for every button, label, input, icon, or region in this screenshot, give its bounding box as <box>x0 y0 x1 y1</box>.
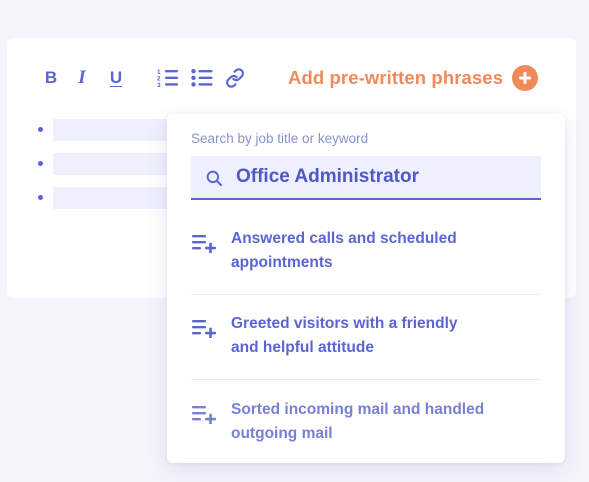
suggestion-item[interactable]: Greeted visitors with a friendly and hel… <box>191 312 541 372</box>
bullet-line[interactable] <box>38 119 178 141</box>
link-icon <box>226 68 244 88</box>
search-label: Search by job title or keyword <box>191 131 369 146</box>
ordered-list-button[interactable]: 1 2 3 <box>156 66 180 90</box>
add-phrases-button[interactable]: Add pre-written phrases <box>288 62 539 94</box>
suggestion-line: Greeted visitors with a friendly <box>231 315 458 332</box>
search-icon <box>206 170 223 187</box>
add-to-list-icon <box>192 320 216 338</box>
divider <box>191 379 541 380</box>
suggestion-text: Greeted visitors with a friendly and hel… <box>231 312 531 360</box>
italic-button[interactable]: I <box>70 66 94 90</box>
bullet-list-icon <box>191 69 213 87</box>
bullet-text-placeholder <box>53 119 178 141</box>
suggestion-line: Answered calls and scheduled <box>231 230 457 247</box>
suggestion-line: and helpful attitude <box>231 339 374 356</box>
underline-button[interactable]: U <box>104 66 128 90</box>
suggestion-text: Answered calls and scheduled appointment… <box>231 227 531 275</box>
plus-circle-icon <box>512 65 539 91</box>
bullet-dot <box>38 127 43 132</box>
bullet-line[interactable] <box>38 187 178 209</box>
ordered-list-icon: 1 2 3 <box>157 69 178 88</box>
bullet-text-placeholder <box>53 153 178 175</box>
link-button[interactable] <box>223 66 247 90</box>
search-input[interactable] <box>236 156 526 198</box>
suggestion-line: outgoing mail <box>231 425 333 442</box>
add-phrases-label: Add pre-written phrases <box>288 67 504 88</box>
divider <box>191 294 541 295</box>
search-box[interactable] <box>191 156 541 200</box>
bullet-list-button[interactable] <box>190 66 214 90</box>
phrases-dropdown: Search by job title or keyword Answered … <box>167 114 565 463</box>
bold-button[interactable]: B <box>39 66 63 90</box>
bullet-dot <box>38 195 43 200</box>
suggestion-line: Sorted incoming mail and handled <box>231 401 485 418</box>
editor-toolbar: B I U 1 2 3 Add pre-written phrases <box>7 38 576 118</box>
svg-text:3: 3 <box>157 82 161 88</box>
suggestion-text: Sorted incoming mail and handled outgoin… <box>231 398 531 446</box>
add-to-list-icon <box>192 406 216 424</box>
bullet-line[interactable] <box>38 153 178 175</box>
bullet-dot <box>38 161 43 166</box>
suggestion-item[interactable]: Answered calls and scheduled appointment… <box>191 227 541 287</box>
bullet-text-placeholder <box>53 187 178 209</box>
suggestion-item[interactable]: Sorted incoming mail and handled outgoin… <box>191 398 541 458</box>
add-to-list-icon <box>192 235 216 253</box>
suggestion-line: appointments <box>231 254 333 271</box>
